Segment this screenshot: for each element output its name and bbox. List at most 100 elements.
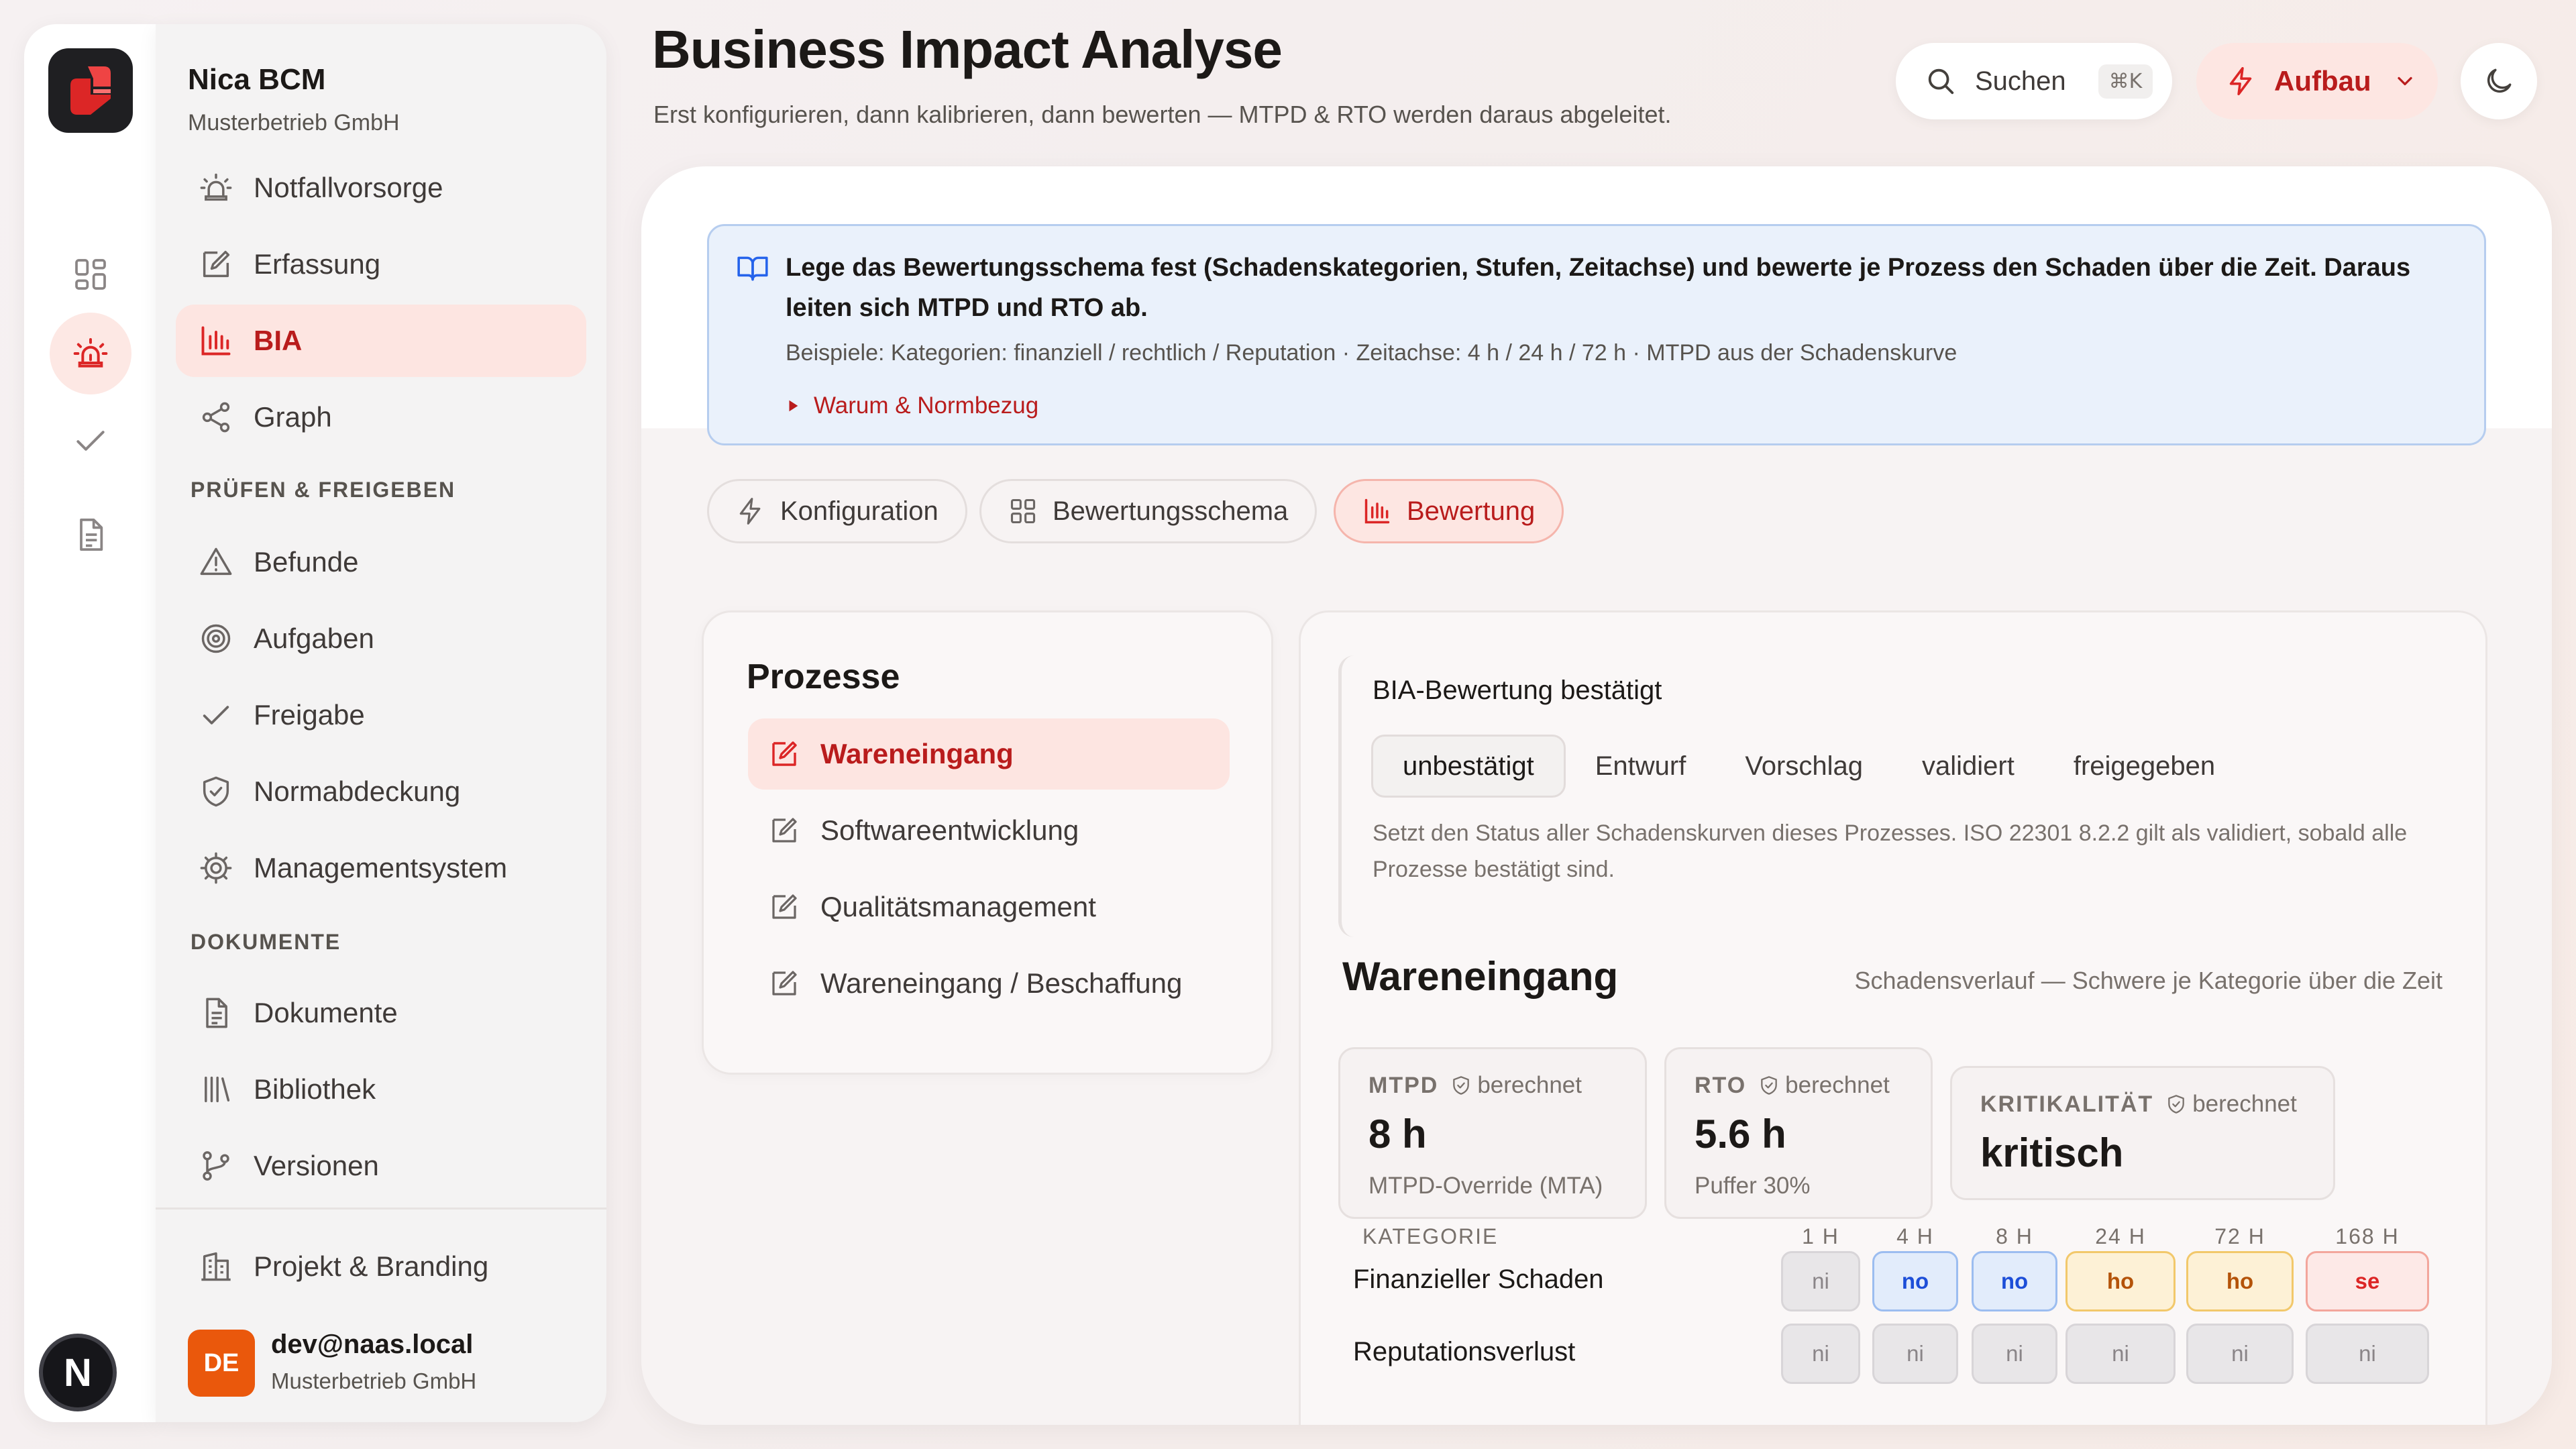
- damage-level-cell[interactable]: ho: [2186, 1251, 2294, 1311]
- metric-label-text: MTPD: [1368, 1072, 1439, 1098]
- metric-label-text: KRITIKALITÄT: [1980, 1091, 2154, 1117]
- damage-level-cell[interactable]: ni: [1872, 1324, 1958, 1384]
- sidebar-item-notfallvorsorge[interactable]: Notfallvorsorge: [176, 152, 586, 224]
- status-option-validiert[interactable]: validiert: [1892, 735, 2044, 798]
- matrix-header-time: 24 H: [2095, 1224, 2146, 1248]
- damage-level-cell[interactable]: no: [1872, 1251, 1958, 1311]
- sidebar-item-bia[interactable]: BIA: [176, 305, 586, 377]
- metric-note: Puffer 30%: [1695, 1173, 1811, 1199]
- info-details-label: Warum & Normbezug: [814, 392, 1039, 419]
- sidebar-item-aufgaben[interactable]: Aufgaben: [176, 602, 586, 675]
- info-example: Beispiele: Kategorien: finanziell / rech…: [786, 340, 1957, 366]
- mode-select-button[interactable]: Aufbau: [2196, 43, 2438, 119]
- confirmation-title: BIA-Bewertung bestätigt: [1373, 676, 1662, 705]
- search-label: Suchen: [1975, 66, 2066, 96]
- sidebar-item-projekt-branding[interactable]: Projekt & Branding: [176, 1230, 586, 1303]
- brand-name: Nica BCM: [188, 63, 326, 96]
- share-graph-icon: [199, 400, 233, 435]
- sidebar-item-dokumente[interactable]: Dokumente: [176, 977, 586, 1049]
- calculated-label: berechnet: [1477, 1072, 1582, 1098]
- shield-check-icon: [1450, 1075, 1472, 1096]
- rail-user-avatar[interactable]: N: [39, 1334, 117, 1411]
- theme-toggle-button[interactable]: [2461, 43, 2537, 119]
- process-item[interactable]: Softwareentwicklung: [748, 795, 1230, 866]
- sidebar: Nica BCM Musterbetrieb GmbH Notfallvorso…: [156, 24, 606, 1422]
- document-icon: [199, 996, 233, 1030]
- damage-level-cell[interactable]: ni: [1972, 1324, 2057, 1384]
- confirmation-section: BIA-Bewertung bestätigt unbestätigt Entw…: [1338, 655, 2452, 937]
- book-open-icon: [736, 252, 769, 285]
- damage-level-cell[interactable]: ni: [2065, 1324, 2176, 1384]
- sidebar-item-graph[interactable]: Graph: [176, 381, 586, 453]
- info-details-toggle[interactable]: Warum & Normbezug: [786, 392, 1038, 419]
- triangle-right-icon: [786, 398, 800, 413]
- damage-level-cell[interactable]: ni: [2306, 1324, 2429, 1384]
- rail-approval-button[interactable]: [50, 400, 131, 482]
- sidebar-item-label: Freigabe: [254, 699, 365, 731]
- tab-label: Bewertungsschema: [1053, 496, 1289, 526]
- gear-icon: [199, 851, 233, 885]
- edit-icon: [768, 814, 800, 847]
- sidebar-item-managementsystem[interactable]: Managementsystem: [176, 832, 586, 904]
- status-option-unbestaetigt[interactable]: unbestätigt: [1371, 735, 1566, 798]
- metric-label: KRITIKALITÄT berechnet: [1980, 1091, 2297, 1118]
- damage-level-cell[interactable]: ho: [2065, 1251, 2176, 1311]
- document-icon: [72, 516, 109, 553]
- rail-dashboard-button[interactable]: [50, 233, 131, 315]
- process-item[interactable]: Wareneingang: [748, 718, 1230, 790]
- confirmation-note: Setzt den Status aller Schadenskurven di…: [1373, 820, 2408, 882]
- edit-icon: [199, 247, 233, 282]
- search-button[interactable]: Suchen ⌘K: [1896, 43, 2172, 119]
- sidebar-item-befunde[interactable]: Befunde: [176, 526, 586, 598]
- shield-check-icon: [1758, 1075, 1780, 1096]
- damage-level-cell[interactable]: ni: [2186, 1324, 2294, 1384]
- sidebar-item-erfassung[interactable]: Erfassung: [176, 228, 586, 301]
- calculated-label: berechnet: [2192, 1091, 2297, 1117]
- sidebar-item-bibliothek[interactable]: Bibliothek: [176, 1053, 586, 1126]
- status-option-freigegeben[interactable]: freigegeben: [2044, 735, 2245, 798]
- matrix-header-time: 168 H: [2335, 1224, 2400, 1248]
- damage-level-cell[interactable]: ni: [1781, 1324, 1860, 1384]
- metric-label-text: RTO: [1695, 1072, 1747, 1098]
- damage-level-cell[interactable]: se: [2306, 1251, 2429, 1311]
- matrix-header-time: 72 H: [2214, 1224, 2265, 1248]
- sidebar-item-label: Managementsystem: [254, 852, 508, 883]
- status-option-vorschlag[interactable]: Vorschlag: [1715, 735, 1892, 798]
- shield-check-icon: [199, 774, 233, 809]
- chevron-down-icon: [2393, 69, 2417, 93]
- matrix-row-label: Reputationsverlust: [1353, 1337, 1576, 1366]
- sidebar-item-normabdeckung[interactable]: Normabdeckung: [176, 755, 586, 828]
- page-subtitle: Erst konfigurieren, dann kalibrieren, da…: [653, 101, 1672, 128]
- process-item[interactable]: Wareneingang / Beschaffung: [748, 948, 1230, 1019]
- metric-note: MTPD-Override (MTA): [1368, 1173, 1603, 1199]
- info-title: Lege das Bewertungsschema fest (Schadens…: [786, 254, 2411, 322]
- process-item[interactable]: Qualitätsmanagement: [748, 871, 1230, 943]
- process-detail-title: Wareneingang: [1342, 954, 1619, 999]
- process-item-label: Wareneingang / Beschaffung: [820, 967, 1183, 999]
- bolt-icon: [736, 496, 765, 526]
- status-option-entwurf[interactable]: Entwurf: [1566, 735, 1716, 798]
- rail-emergency-button[interactable]: [50, 313, 131, 394]
- damage-level-cell[interactable]: no: [1972, 1251, 2057, 1311]
- grid-icon: [1008, 496, 1038, 526]
- user-email: dev@naas.local: [271, 1330, 474, 1359]
- metric-value: 8 h: [1368, 1112, 1427, 1157]
- mode-label: Aufbau: [2274, 65, 2371, 97]
- app-logo[interactable]: [48, 48, 133, 133]
- tab-bewertung[interactable]: Bewertung: [1334, 479, 1564, 543]
- warning-icon: [199, 545, 233, 580]
- rail-documents-button[interactable]: [50, 494, 131, 576]
- main-content-card: Lege das Bewertungsschema fest (Schadens…: [641, 166, 2552, 1425]
- sidebar-item-freigabe[interactable]: Freigabe: [176, 679, 586, 751]
- process-list-panel: Prozesse Wareneingang Softwareentwicklun…: [702, 610, 1273, 1075]
- info-callout: Lege das Bewertungsschema fest (Schadens…: [707, 224, 2486, 445]
- user-avatar[interactable]: DE: [188, 1330, 255, 1397]
- calculated-label: berechnet: [1785, 1072, 1890, 1098]
- tab-bewertungsschema[interactable]: Bewertungsschema: [979, 479, 1318, 543]
- sidebar-item-versionen[interactable]: Versionen: [176, 1130, 586, 1202]
- damage-level-cell[interactable]: ni: [1781, 1251, 1860, 1311]
- check-icon: [199, 698, 233, 733]
- edit-icon: [768, 738, 800, 770]
- tab-konfiguration[interactable]: Konfiguration: [707, 479, 967, 543]
- icon-rail: N: [24, 24, 156, 1422]
